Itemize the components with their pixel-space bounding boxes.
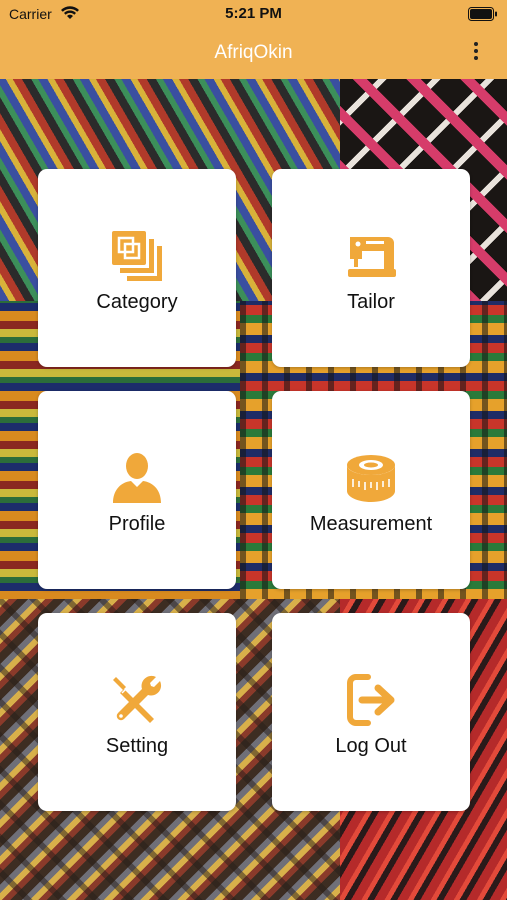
tailor-label: Tailor bbox=[347, 291, 395, 313]
measuring-tape-icon bbox=[347, 455, 395, 502]
setting-card[interactable]: Setting bbox=[38, 613, 236, 811]
battery-icon bbox=[468, 7, 497, 21]
clock: 5:21 PM bbox=[225, 5, 282, 22]
logout-card[interactable]: Log Out bbox=[272, 613, 470, 811]
profile-icon bbox=[113, 453, 161, 503]
category-card[interactable]: Category bbox=[38, 169, 236, 367]
app-title: AfriqOkin bbox=[214, 42, 293, 63]
profile-label: Profile bbox=[108, 513, 166, 535]
top-bar: Carrier 5:21 PM AfriqOkin bbox=[0, 0, 507, 79]
setting-label: Setting bbox=[105, 735, 169, 757]
category-label: Category bbox=[96, 291, 178, 313]
profile-card[interactable]: Profile bbox=[38, 391, 236, 589]
tailor-card[interactable]: Tailor bbox=[272, 169, 470, 367]
logout-icon bbox=[347, 674, 395, 726]
measurement-card[interactable]: Measurement bbox=[272, 391, 470, 589]
more-menu-icon[interactable] bbox=[471, 42, 481, 64]
tools-icon bbox=[113, 675, 162, 723]
category-icon bbox=[112, 231, 162, 281]
measurement-label: Measurement bbox=[309, 513, 433, 535]
sewing-machine-icon bbox=[348, 237, 396, 277]
logout-label: Log Out bbox=[335, 735, 407, 757]
status-bar: Carrier 5:21 PM bbox=[0, 0, 507, 28]
